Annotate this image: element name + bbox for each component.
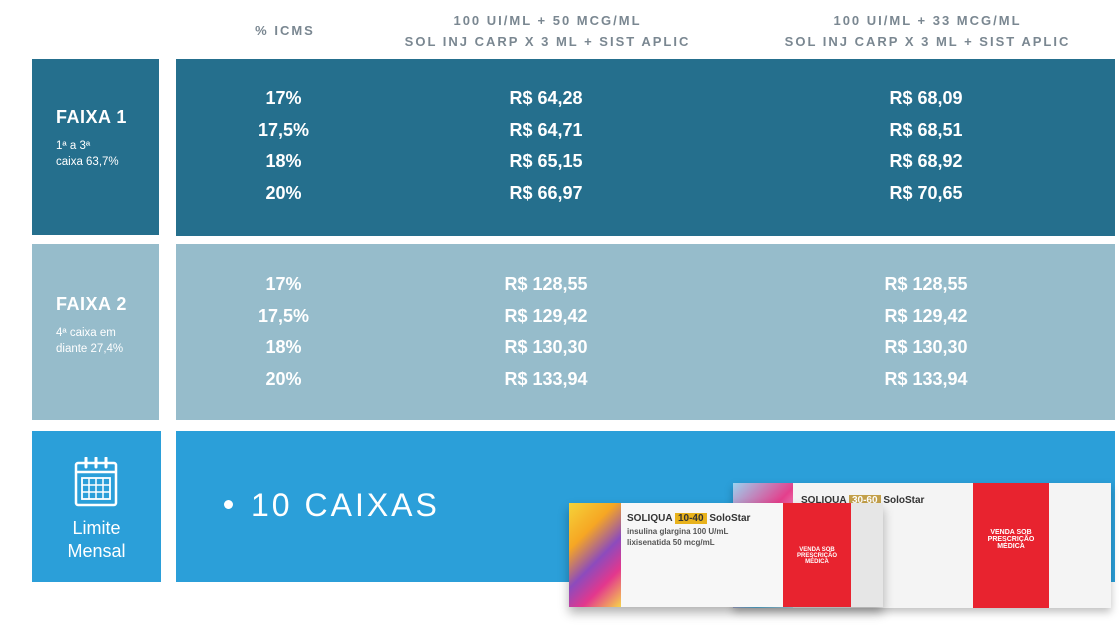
faixa2-icms-20: 20% bbox=[265, 368, 302, 389]
product-box-front-line2: lixisenatida 50 mcg/mL bbox=[627, 538, 715, 547]
faixa2-price-a-18: R$ 130,30 bbox=[504, 337, 588, 357]
faixa1-price-b-18: R$ 68,92 bbox=[889, 151, 963, 171]
faixa2-sub: 4ª caixa em diante 27,4% bbox=[56, 325, 159, 357]
limite-bullet: 10 CAIXAS bbox=[224, 487, 440, 524]
faixa1-price-a-17-5: R$ 64,71 bbox=[509, 119, 583, 140]
product-box-front: SOLIQUA 10-40 SoloStar insulina glargina… bbox=[569, 503, 883, 607]
faixa1-icms-column: 17% 17,5% 18% 20% bbox=[216, 83, 351, 209]
faixa2-panel: 17% 17,5% 18% 20% R$ 128,55 R$ 129,42 R$… bbox=[176, 244, 1115, 420]
faixa1-price-a-20: R$ 66,97 bbox=[509, 182, 583, 203]
limite-label-line1: Limite bbox=[72, 518, 121, 538]
calendar-icon bbox=[74, 457, 118, 507]
faixa2-icms-17: 17% bbox=[265, 274, 302, 294]
header-col-50mcg: 100 UI/ML + 50 MCG/ML SOL INJ CARP X 3 M… bbox=[380, 10, 715, 52]
faixa2-icms-18: 18% bbox=[265, 337, 302, 357]
product-box-front-rx: VENDA SOB PRESCRIÇÃO MÉDICA bbox=[796, 547, 837, 565]
product-box-front-side bbox=[851, 503, 883, 607]
faixa1-price-b-column: R$ 68,09 R$ 68,51 R$ 68,92 R$ 70,65 bbox=[836, 83, 1016, 209]
product-box-front-dose-badge: 10-40 bbox=[674, 513, 707, 524]
bullet-dot-icon bbox=[224, 500, 233, 510]
faixa2-icms-17-5: 17,5% bbox=[257, 305, 310, 326]
header-icms: % ICMS bbox=[230, 20, 340, 41]
faixa1-panel: 17% 17,5% 18% 20% R$ 64,28 R$ 64,71 R$ 6… bbox=[176, 59, 1115, 236]
faixa2-price-b-18: R$ 130,30 bbox=[884, 337, 968, 357]
faixa1-icms-17: 17% bbox=[265, 88, 302, 108]
limite-label-box: Limite Mensal bbox=[32, 431, 161, 582]
faixa2-sub-line2: diante 27,4% bbox=[56, 343, 124, 355]
faixa1-price-b-20: R$ 70,65 bbox=[889, 182, 963, 203]
limite-label-line2: Mensal bbox=[67, 541, 126, 561]
header-col-33mcg-line2: SOL INJ CARP X 3 ML + SIST APLIC bbox=[784, 34, 1071, 49]
faixa1-sub: 1ª a 3ª caixa 63,7% bbox=[56, 138, 159, 170]
faixa1-price-a-18: R$ 65,15 bbox=[509, 151, 583, 171]
limite-bullet-text: 10 CAIXAS bbox=[251, 487, 440, 523]
header-col-33mcg: 100 UI/ML + 33 MCG/ML SOL INJ CARP X 3 M… bbox=[760, 10, 1095, 52]
limite-label: Limite Mensal bbox=[32, 517, 161, 563]
header-col-33mcg-line1: 100 UI/ML + 33 MCG/ML bbox=[833, 13, 1022, 28]
header-col-50mcg-line1: 100 UI/ML + 50 MCG/ML bbox=[453, 13, 642, 28]
faixa1-price-a-column: R$ 64,28 R$ 64,71 R$ 65,15 R$ 66,97 bbox=[456, 83, 636, 209]
product-box-back-rx: VENDA SOB PRESCRIÇÃO MÉDICA bbox=[987, 529, 1035, 550]
faixa2-label-box: FAIXA 2 4ª caixa em diante 27,4% bbox=[32, 244, 159, 420]
faixa1-title: FAIXA 1 bbox=[56, 107, 127, 127]
header-col-50mcg-line2: SOL INJ CARP X 3 ML + SIST APLIC bbox=[404, 34, 691, 49]
product-box-front-pattern bbox=[569, 503, 621, 607]
faixa1-price-a-17: R$ 64,28 bbox=[509, 88, 583, 108]
faixa2-price-b-17-5: R$ 129,42 bbox=[884, 305, 968, 326]
faixa1-price-b-17: R$ 68,09 bbox=[889, 88, 963, 108]
faixa2-price-b-column: R$ 128,55 R$ 129,42 R$ 130,30 R$ 133,94 bbox=[836, 269, 1016, 395]
faixa1-sub-line2: caixa 63,7% bbox=[56, 156, 119, 168]
faixa1-sub-line1: 1ª a 3ª bbox=[56, 140, 91, 152]
faixa2-price-a-17: R$ 128,55 bbox=[504, 274, 588, 294]
faixa1-icms-17-5: 17,5% bbox=[257, 119, 310, 140]
faixa2-price-a-column: R$ 128,55 R$ 129,42 R$ 130,30 R$ 133,94 bbox=[456, 269, 636, 395]
faixa2-price-b-17: R$ 128,55 bbox=[884, 274, 968, 294]
faixa2-price-b-20: R$ 133,94 bbox=[884, 368, 968, 389]
faixa2-price-a-20: R$ 133,94 bbox=[504, 368, 588, 389]
faixa2-sub-line1: 4ª caixa em bbox=[56, 327, 116, 339]
faixa2-title: FAIXA 2 bbox=[56, 294, 127, 314]
faixa2-price-a-17-5: R$ 129,42 bbox=[504, 305, 588, 326]
faixa1-label-box: FAIXA 1 1ª a 3ª caixa 63,7% bbox=[32, 59, 159, 235]
product-box-front-line1: insulina glargina 100 U/mL bbox=[627, 527, 729, 536]
faixa2-icms-column: 17% 17,5% 18% 20% bbox=[216, 269, 351, 395]
header-icms-label: % ICMS bbox=[255, 23, 315, 38]
faixa1-icms-20: 20% bbox=[265, 182, 302, 203]
faixa1-icms-18: 18% bbox=[265, 151, 302, 171]
faixa1-price-b-17-5: R$ 68,51 bbox=[889, 119, 963, 140]
product-box-front-title: SOLIQUA 10-40 SoloStar bbox=[627, 513, 751, 524]
